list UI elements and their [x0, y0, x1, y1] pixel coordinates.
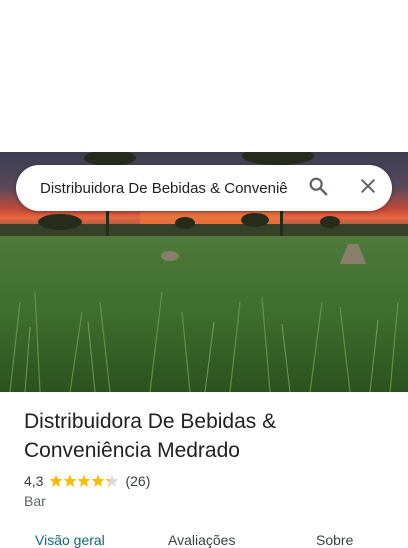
close-icon: [358, 176, 378, 201]
map-blank-area: [0, 0, 408, 152]
tab-overview[interactable]: Visão geral: [35, 532, 105, 548]
rating-row[interactable]: 4,3 (26): [24, 471, 150, 491]
review-count[interactable]: (26): [125, 473, 150, 489]
search-input[interactable]: Distribuidora De Bebidas & Conveniência …: [40, 180, 288, 197]
clear-search-button[interactable]: [350, 170, 386, 206]
rating-value: 4,3: [24, 473, 44, 489]
place-title-line2: Conveniência Medrado: [24, 439, 240, 462]
search-bar: Distribuidora De Bebidas & Conveniência …: [16, 165, 392, 211]
star-icon: [78, 474, 91, 487]
place-tabs: Visão geral Avaliações Sobre: [0, 528, 408, 548]
star-icon: [64, 474, 77, 487]
place-title: Distribuidora De Bebidas & Conveniência …: [24, 407, 364, 465]
search-icon: [307, 175, 329, 202]
tab-reviews[interactable]: Avaliações: [168, 532, 235, 548]
star-icon: [92, 474, 105, 487]
place-category[interactable]: Bar: [24, 493, 46, 509]
tab-about[interactable]: Sobre: [316, 532, 353, 548]
star-icon: [106, 474, 119, 487]
search-button[interactable]: [300, 170, 336, 206]
star-icon: [50, 474, 63, 487]
star-rating: [49, 474, 119, 488]
place-title-line1: Distribuidora De Bebidas &: [24, 410, 277, 433]
